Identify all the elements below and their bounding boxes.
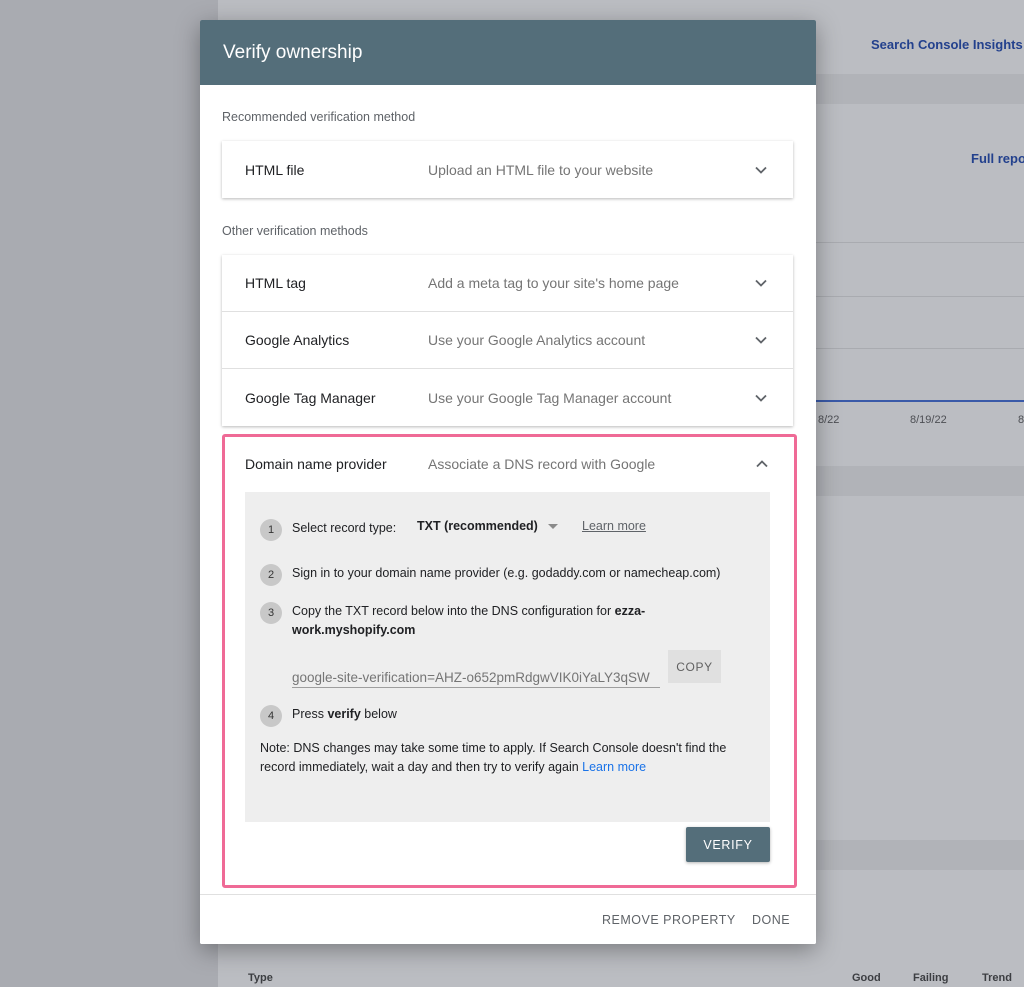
recommended-method-label: Recommended verification method bbox=[222, 110, 416, 124]
method-description: Upload an HTML file to your website bbox=[428, 161, 654, 178]
chart-series-line bbox=[816, 400, 1024, 402]
full-report-link[interactable]: Full repo bbox=[971, 151, 1024, 166]
dropdown-arrow-icon bbox=[547, 523, 558, 529]
chevron-down-icon[interactable] bbox=[755, 279, 767, 287]
chevron-down-icon[interactable] bbox=[755, 336, 767, 344]
step-3-text: Copy the TXT record below into the DNS c… bbox=[292, 602, 712, 640]
method-description: Use your Google Analytics account bbox=[428, 332, 646, 348]
method-name: HTML file bbox=[245, 161, 305, 178]
dialog-footer: REMOVE PROPERTY DONE bbox=[200, 894, 816, 944]
chart-gridline bbox=[816, 242, 1024, 243]
method-name: Google Analytics bbox=[245, 332, 350, 348]
method-google-analytics[interactable]: Google Analytics Use your Google Analyti… bbox=[222, 312, 793, 369]
step-3-instruction: Copy the TXT record below into the DNS c… bbox=[292, 604, 615, 618]
table-header-trend: Trend bbox=[982, 972, 1012, 984]
table-header-good: Good bbox=[852, 972, 881, 984]
table-header-type: Type bbox=[248, 972, 273, 984]
other-methods-card: HTML tag Add a meta tag to your site's h… bbox=[222, 255, 793, 426]
dns-steps-panel: 1 Select record type: TXT (recommended) … bbox=[245, 492, 770, 822]
chart-tick-label: 8/22 bbox=[818, 414, 840, 426]
verify-ownership-dialog: Verify ownership Recommended verificatio… bbox=[200, 20, 816, 944]
search-console-insights-link[interactable]: Search Console Insights bbox=[871, 37, 1023, 52]
dns-note: Note: DNS changes may take some time to … bbox=[260, 739, 760, 777]
domain-method-header[interactable]: Domain name provider Associate a DNS rec… bbox=[225, 437, 794, 491]
recommended-methods-card: HTML file Upload an HTML file to your we… bbox=[222, 141, 793, 198]
chevron-down-icon[interactable] bbox=[755, 394, 767, 402]
method-html-file[interactable]: HTML file Upload an HTML file to your we… bbox=[222, 141, 793, 198]
chart-tick-label: 8/19/22 bbox=[910, 414, 947, 426]
step-2-text: Sign in to your domain name provider (e.… bbox=[292, 566, 721, 580]
chart-gridline bbox=[816, 348, 1024, 349]
step-number: 2 bbox=[260, 564, 282, 586]
note-learn-more-link[interactable]: Learn more bbox=[582, 760, 646, 774]
table-header-failing: Failing bbox=[913, 972, 949, 984]
method-description: Associate a DNS record with Google bbox=[428, 456, 656, 472]
step-4-suffix: below bbox=[360, 707, 397, 721]
chart-gridline bbox=[816, 296, 1024, 297]
txt-record-field[interactable] bbox=[292, 660, 660, 688]
chevron-down-icon[interactable] bbox=[755, 166, 767, 174]
done-button[interactable]: DONE bbox=[752, 913, 790, 927]
other-methods-label: Other verification methods bbox=[222, 224, 368, 238]
record-type-select[interactable]: TXT (recommended) bbox=[417, 519, 558, 533]
dns-note-text: Note: DNS changes may take some time to … bbox=[260, 741, 727, 774]
step-4-prefix: Press bbox=[292, 707, 328, 721]
method-name: HTML tag bbox=[245, 275, 306, 291]
step-3-domain-part: ezza- bbox=[614, 604, 646, 618]
dialog-title: Verify ownership bbox=[223, 41, 363, 63]
verify-button[interactable]: VERIFY bbox=[686, 827, 770, 862]
method-name: Google Tag Manager bbox=[245, 389, 376, 406]
method-google-tag-manager[interactable]: Google Tag Manager Use your Google Tag M… bbox=[222, 369, 793, 426]
method-domain-name-provider: Domain name provider Associate a DNS rec… bbox=[222, 434, 797, 888]
chart-tick-label: 8 bbox=[1018, 414, 1024, 426]
step-1-label: Select record type: bbox=[292, 521, 397, 535]
remove-property-button[interactable]: REMOVE PROPERTY bbox=[602, 913, 736, 927]
record-type-learn-more-link[interactable]: Learn more bbox=[582, 519, 646, 533]
method-description: Use your Google Tag Manager account bbox=[428, 389, 672, 406]
dialog-header: Verify ownership bbox=[200, 20, 816, 85]
record-type-value: TXT (recommended) bbox=[417, 519, 538, 533]
step-number: 3 bbox=[260, 602, 282, 624]
step-3-domain-part: work.myshopify.com bbox=[292, 623, 416, 637]
step-4-text: Press verify below bbox=[292, 705, 397, 724]
method-description: Add a meta tag to your site's home page bbox=[428, 275, 679, 291]
copy-button[interactable]: COPY bbox=[668, 650, 721, 683]
method-name: Domain name provider bbox=[245, 456, 387, 472]
method-html-tag[interactable]: HTML tag Add a meta tag to your site's h… bbox=[222, 255, 793, 312]
step-4-verify-word: verify bbox=[327, 707, 361, 721]
step-number: 4 bbox=[260, 705, 282, 727]
chevron-up-icon[interactable] bbox=[756, 460, 768, 468]
step-number: 1 bbox=[260, 519, 282, 541]
